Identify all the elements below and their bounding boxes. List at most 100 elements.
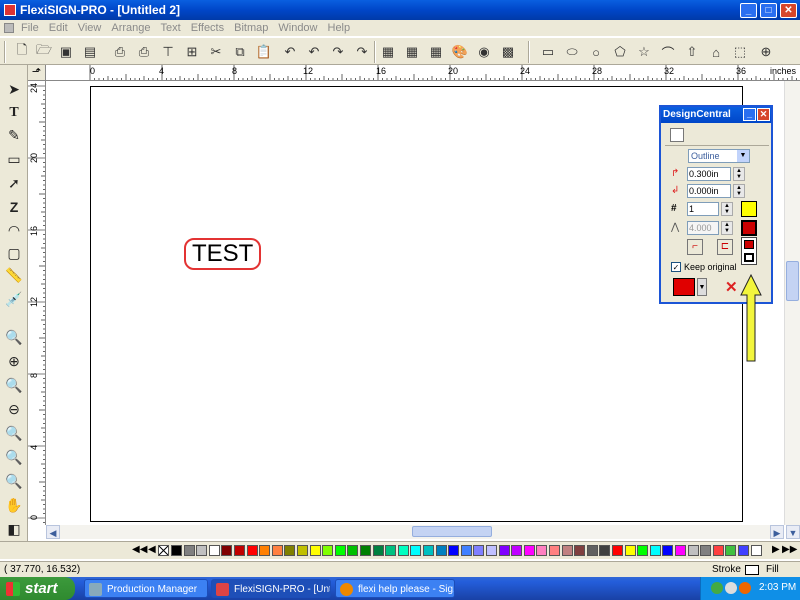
palette-swatch[interactable]	[259, 545, 271, 556]
palette-swatch[interactable]	[536, 545, 548, 556]
vertical-ruler[interactable]: 24 20 16 12 8 4 0	[28, 81, 46, 525]
zoom-previous-icon[interactable]: 🔍	[4, 471, 24, 491]
menu-edit[interactable]: Edit	[44, 22, 73, 34]
plot-setup-icon[interactable]: ⊞	[182, 42, 202, 62]
start-button[interactable]: start	[0, 577, 75, 600]
offset-spinner[interactable]: ▲ ▼	[733, 167, 745, 181]
miter-limit-spinner[interactable]: ▲ ▼	[721, 221, 733, 235]
circle-icon[interactable]: ○	[586, 42, 606, 62]
vertical-scroll-thumb[interactable]	[786, 261, 799, 301]
palette-swatch[interactable]	[322, 545, 334, 556]
palette-scroll-left-icon[interactable]: ◀◀	[132, 544, 147, 555]
document-icon[interactable]	[4, 23, 14, 33]
palette-swatch[interactable]	[171, 545, 182, 556]
palette-swatch[interactable]	[586, 545, 598, 556]
palette-swatch[interactable]	[738, 545, 749, 556]
undo-icon[interactable]: ↶	[280, 42, 300, 62]
palette-swatch[interactable]	[423, 545, 434, 556]
zigzag-tool-icon[interactable]: Z	[4, 197, 24, 217]
palette-swatch[interactable]	[221, 545, 233, 556]
palette-swatch[interactable]	[183, 545, 195, 556]
zoom-page-icon[interactable]: 🔍	[4, 375, 24, 395]
outline-color-swatch[interactable]	[673, 278, 695, 296]
rectangle-icon[interactable]: ▭	[538, 42, 558, 62]
scroll-left-arrow-icon[interactable]: ◀	[46, 525, 60, 539]
taskbar-item-flexisign[interactable]: FlexiSIGN-PRO - [Unti...	[211, 579, 331, 598]
palette-swatch[interactable]	[448, 545, 460, 556]
horizontal-scrollbar[interactable]: ◀ ▶	[46, 525, 784, 539]
close-button[interactable]: ✕	[780, 2, 797, 18]
open-icon[interactable]: 🗁	[34, 42, 54, 62]
palette-swatch[interactable]	[234, 545, 245, 556]
palette-swatch[interactable]	[473, 545, 485, 556]
scroll-right-arrow-icon[interactable]: ▶	[770, 525, 784, 539]
palette-next-icon[interactable]: ▶	[772, 544, 780, 555]
paste-icon[interactable]: 📋	[254, 42, 274, 62]
palette-swatch[interactable]	[372, 545, 384, 556]
zoom-selected-icon[interactable]: 🔍	[4, 447, 24, 467]
palette-swatch[interactable]	[360, 545, 371, 556]
menu-file[interactable]: File	[16, 22, 44, 34]
menu-bitmap[interactable]: Bitmap	[229, 22, 273, 34]
miter-limit-field[interactable]: 4.000	[687, 221, 719, 235]
redo-list-icon[interactable]: ↷	[352, 42, 372, 62]
panel-minimize-button[interactable]: _	[743, 108, 756, 121]
save-icon[interactable]: ▣	[56, 42, 76, 62]
palette-swatch[interactable]	[196, 545, 208, 556]
palette-swatch[interactable]	[712, 545, 724, 556]
outline-mode-select[interactable]: Outline ▼	[688, 149, 750, 163]
scroll-down-arrow-icon[interactable]: ▼	[786, 525, 800, 539]
polygon-icon[interactable]: ⬠	[610, 42, 630, 62]
distribute-icon[interactable]: ▦	[402, 42, 422, 62]
palette-swatch[interactable]	[208, 545, 220, 556]
palette-swatch[interactable]	[486, 545, 497, 556]
ruler-origin-icon[interactable]: ⬏	[28, 65, 46, 81]
taskbar-item-production-manager[interactable]: Production Manager	[84, 579, 208, 598]
palette-swatch[interactable]	[385, 545, 397, 556]
palette-swatch[interactable]	[662, 545, 674, 556]
panel-close-button[interactable]: ✕	[757, 108, 770, 121]
palette-swatch[interactable]	[637, 545, 649, 556]
minimize-button[interactable]: _	[740, 2, 757, 18]
contour-tool-icon[interactable]: ◠	[4, 220, 24, 240]
palette-scroll-right-icon[interactable]: ▶▶	[782, 544, 797, 555]
palette-swatch[interactable]	[511, 545, 523, 556]
crosshair-icon[interactable]: ⊕	[756, 42, 776, 62]
count-field[interactable]: 1	[687, 202, 719, 216]
menu-effects[interactable]: Effects	[186, 22, 229, 34]
horizontal-scroll-thumb[interactable]	[412, 526, 492, 537]
tray-icon-network[interactable]	[711, 582, 723, 594]
menu-arrange[interactable]: Arrange	[106, 22, 155, 34]
palette-swatch[interactable]	[246, 545, 258, 556]
palette-swatch[interactable]	[523, 545, 535, 556]
palette-swatch[interactable]	[687, 545, 699, 556]
palette-swatch[interactable]	[284, 545, 296, 556]
palette-swatch[interactable]	[649, 545, 661, 556]
fill-style-button[interactable]	[741, 220, 757, 236]
outline-tab-icon[interactable]	[670, 128, 684, 142]
eyedropper-icon[interactable]: 💉	[4, 289, 24, 309]
keep-original-checkbox[interactable]: ✓	[671, 262, 681, 272]
measure-tool-icon[interactable]: 📏	[4, 265, 24, 285]
zoom-all-icon[interactable]: 🔍	[4, 423, 24, 443]
color-picker-icon[interactable]: ◉	[474, 42, 494, 62]
palette-swatch[interactable]	[700, 545, 712, 556]
fill-indicator[interactable]	[745, 565, 759, 575]
palette-swatch[interactable]	[574, 545, 586, 556]
select-arrow-icon[interactable]: ➤	[4, 79, 24, 99]
palette-swatch[interactable]	[498, 545, 510, 556]
palette-swatch[interactable]	[297, 545, 308, 556]
cut-icon[interactable]: ✂	[206, 42, 226, 62]
palette-swatch[interactable]	[599, 545, 611, 556]
palette-swatch[interactable]	[460, 545, 472, 556]
palette-prev-icon[interactable]: ◀	[148, 544, 156, 555]
pan-hand-icon[interactable]: ✋	[4, 495, 24, 515]
menu-window[interactable]: Window	[273, 22, 322, 34]
chevron-down-icon[interactable]: ▼	[697, 278, 707, 296]
palette-swatch[interactable]	[750, 545, 762, 556]
cancel-icon[interactable]: ✕	[725, 278, 738, 296]
zoom-out-icon[interactable]: ⊖	[4, 399, 24, 419]
palette-swatch[interactable]	[435, 545, 447, 556]
print-icon[interactable]: ⎙	[110, 42, 130, 62]
star-icon[interactable]: ☆	[634, 42, 654, 62]
